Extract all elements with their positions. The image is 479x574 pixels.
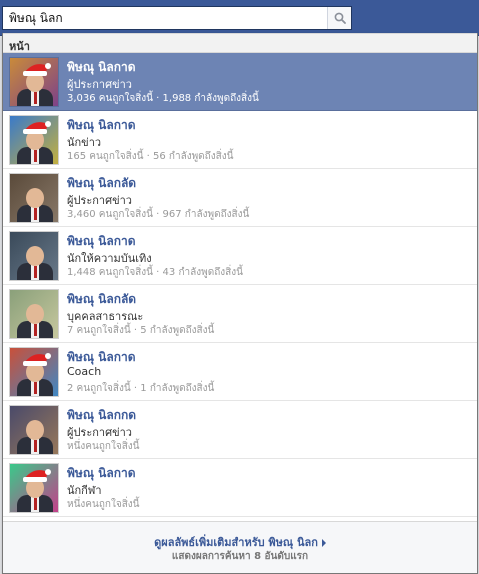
- result-stats: 3,036 คนถูกใจสิ่งนี้ · 1,988 กำลังพูดถึง…: [67, 93, 259, 104]
- santa-hat-icon: [23, 63, 51, 76]
- search-result-item[interactable]: พิษณุ นิลกาด Coach 2 คนถูกใจสิ่งนี้ · 1 …: [3, 343, 477, 401]
- search-results-dropdown: หน้า พิษณุ นิลกาด ผู้ประกาศข่าว 3,036 คน…: [2, 33, 478, 574]
- see-more-label: ดูผลลัพธ์เพิ่มเติมสำหรับ พิษณุ นิลก: [154, 536, 318, 549]
- avatar: [9, 405, 59, 455]
- avatar: [9, 115, 59, 165]
- search-result-item[interactable]: พิษณุ นิลกลัด ผู้ประกาศข่าว 3,460 คนถูกใ…: [3, 169, 477, 227]
- see-more-results[interactable]: ดูผลลัพธ์เพิ่มเติมสำหรับ พิษณุ นิลก แสดง…: [3, 521, 477, 573]
- santa-hat-icon: [23, 353, 51, 366]
- avatar: [9, 231, 59, 281]
- result-stats: 2 คนถูกใจสิ่งนี้ · 1 กำลังพูดถึงสิ่งนี้: [67, 383, 215, 394]
- search-result-item[interactable]: พิษณุ นิลกาด นักให้ความบันเทิง 1,448 คนถ…: [3, 227, 477, 285]
- result-stats: หนึ่งคนถูกใจสิ่งนี้: [67, 499, 140, 510]
- search-button[interactable]: [327, 7, 351, 29]
- search-result-item[interactable]: พิษณุ นิลกาด นักข่าว 165 คนถูกใจสิ่งนี้ …: [3, 111, 477, 169]
- search-result-item[interactable]: พิษณุ นิลกาด นักกีฬา หนึ่งคนถูกใจสิ่งนี้: [3, 459, 477, 517]
- result-stats: 7 คนถูกใจสิ่งนี้ · 5 กำลังพูดถึงสิ่งนี้: [67, 325, 215, 336]
- avatar: [9, 463, 59, 513]
- result-category: Coach: [67, 365, 102, 378]
- result-stats: 3,460 คนถูกใจสิ่งนี้ · 967 กำลังพูดถึงสิ…: [67, 209, 250, 220]
- result-stats: 1,448 คนถูกใจสิ่งนี้ · 43 กำลังพูดถึงสิ่…: [67, 267, 243, 278]
- result-stats: หนึ่งคนถูกใจสิ่งนี้: [67, 441, 140, 452]
- section-header-pages: หน้า: [3, 33, 477, 53]
- avatar: [9, 57, 59, 107]
- top-bar: [0, 0, 479, 36]
- avatar: [9, 173, 59, 223]
- search-input[interactable]: [3, 7, 326, 29]
- santa-hat-icon: [23, 469, 51, 482]
- search-result-item[interactable]: พิษณุ นิลกกด ผู้ประกาศข่าว หนึ่งคนถูกใจส…: [3, 401, 477, 459]
- search-result-item[interactable]: พิษณุ นิลกาด ผู้ประกาศข่าว 3,036 คนถูกใจ…: [3, 53, 477, 111]
- result-stats: 165 คนถูกใจสิ่งนี้ · 56 กำลังพูดถึงสิ่งน…: [67, 151, 234, 162]
- santa-hat-icon: [23, 121, 51, 134]
- avatar: [9, 289, 59, 339]
- search-result-item[interactable]: พิษณุ นิลกลัด บุคคลสาธารณะ 7 คนถูกใจสิ่ง…: [3, 285, 477, 343]
- search-icon: [334, 12, 346, 24]
- avatar: [9, 347, 59, 397]
- results-list: พิษณุ นิลกาด ผู้ประกาศข่าว 3,036 คนถูกใจ…: [3, 53, 477, 517]
- chevron-right-icon: [321, 539, 326, 547]
- results-count-note: แสดงผลการค้นหา 8 อันดับแรก: [171, 551, 309, 562]
- search-box: [2, 6, 352, 30]
